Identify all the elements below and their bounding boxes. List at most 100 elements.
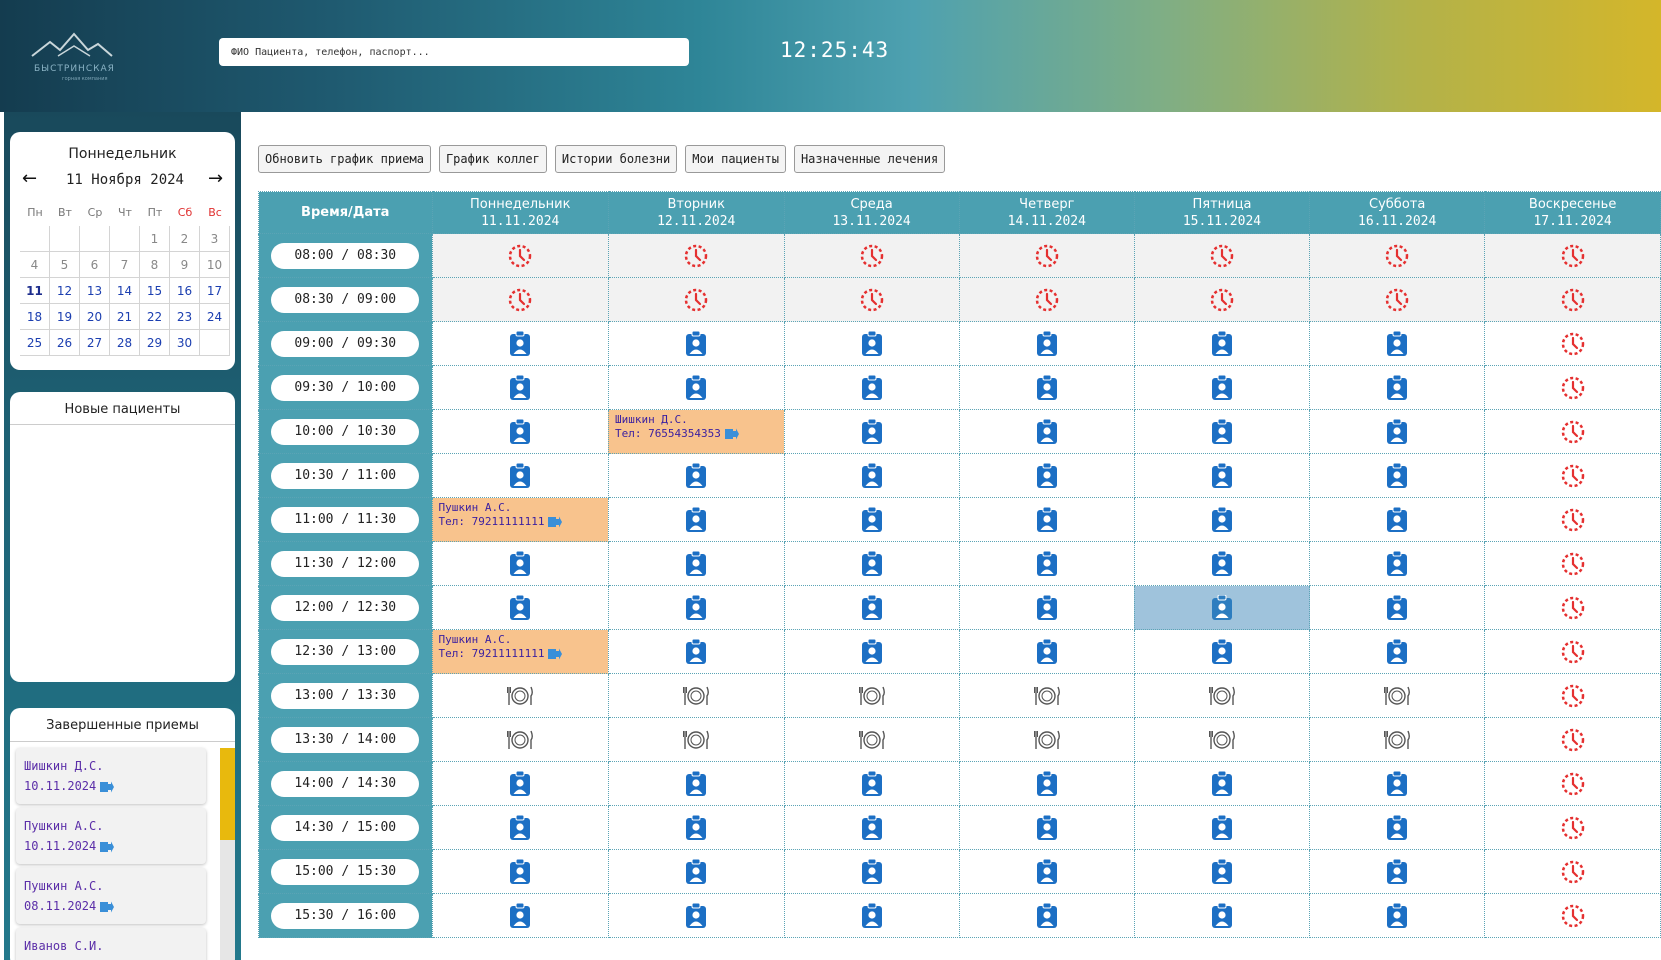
patient-badge-icon[interactable] <box>431 453 609 498</box>
patient-badge-icon[interactable] <box>1133 893 1311 938</box>
calendar-day[interactable]: 3 <box>200 226 230 252</box>
refresh-schedule-button[interactable]: Обновить график приема <box>258 145 431 173</box>
patient-badge-icon[interactable] <box>958 321 1135 366</box>
patient-badge-icon[interactable] <box>958 365 1135 410</box>
open-record-icon[interactable] <box>544 515 563 528</box>
calendar-day[interactable]: 17 <box>200 278 230 304</box>
patient-badge-icon[interactable] <box>783 321 960 366</box>
calendar-day[interactable]: 16 <box>170 278 200 304</box>
calendar-day[interactable]: 2 <box>170 226 200 252</box>
patient-badge-icon[interactable] <box>607 585 785 630</box>
patient-badge-icon[interactable] <box>1309 321 1486 366</box>
patient-badge-icon[interactable] <box>1309 585 1486 630</box>
patient-badge-icon[interactable] <box>431 409 609 454</box>
patient-badge-icon[interactable] <box>607 761 785 806</box>
patient-badge-icon[interactable] <box>783 849 960 894</box>
calendar-day[interactable]: 14 <box>110 278 140 304</box>
patient-badge-icon[interactable] <box>783 629 960 674</box>
open-record-icon[interactable] <box>96 839 115 853</box>
calendar-day[interactable]: 7 <box>110 252 140 278</box>
calendar-day[interactable]: 11 <box>20 278 50 304</box>
calendar-day[interactable]: 26 <box>50 330 80 356</box>
calendar-day[interactable]: 1 <box>140 226 170 252</box>
patient-badge-icon[interactable] <box>958 893 1135 938</box>
prev-month-arrow-icon[interactable]: ← <box>22 168 37 189</box>
patient-badge-icon[interactable] <box>1133 453 1311 498</box>
patient-badge-icon[interactable] <box>1133 585 1311 630</box>
calendar-day[interactable]: 12 <box>50 278 80 304</box>
booked-appointment[interactable]: Пушкин А.С. Тел: 79211111111 <box>431 629 609 674</box>
patient-badge-icon[interactable] <box>1309 629 1486 674</box>
patient-badge-icon[interactable] <box>1133 409 1311 454</box>
completed-appointment-item[interactable]: Пушкин А.С. 08.11.2024 <box>16 868 206 924</box>
calendar-day[interactable]: 30 <box>170 330 200 356</box>
patient-badge-icon[interactable] <box>607 849 785 894</box>
calendar-day[interactable]: 9 <box>170 252 200 278</box>
patient-badge-icon[interactable] <box>431 849 609 894</box>
patient-badge-icon[interactable] <box>1309 761 1486 806</box>
patient-badge-icon[interactable] <box>607 893 785 938</box>
patient-search-input[interactable] <box>219 38 689 66</box>
calendar-day[interactable]: 8 <box>140 252 170 278</box>
patient-badge-icon[interactable] <box>1133 849 1311 894</box>
patient-badge-icon[interactable] <box>607 365 785 410</box>
completed-scrollbar-thumb[interactable] <box>220 748 235 840</box>
patient-badge-icon[interactable] <box>958 453 1135 498</box>
patient-badge-icon[interactable] <box>1133 497 1311 542</box>
patient-badge-icon[interactable] <box>1309 849 1486 894</box>
completed-appointment-item[interactable]: Шишкин Д.С. 10.11.2024 <box>16 748 206 804</box>
patient-badge-icon[interactable] <box>607 453 785 498</box>
patient-badge-icon[interactable] <box>1309 497 1486 542</box>
patient-badge-icon[interactable] <box>1309 893 1486 938</box>
patient-badge-icon[interactable] <box>958 585 1135 630</box>
patient-badge-icon[interactable] <box>958 629 1135 674</box>
calendar-day[interactable]: 13 <box>80 278 110 304</box>
patient-badge-icon[interactable] <box>1133 365 1311 410</box>
patient-badge-icon[interactable] <box>431 365 609 410</box>
patient-badge-icon[interactable] <box>783 585 960 630</box>
patient-badge-icon[interactable] <box>958 541 1135 586</box>
my-patients-button[interactable]: Мои пациенты <box>685 145 786 173</box>
next-month-arrow-icon[interactable]: → <box>208 168 223 189</box>
patient-badge-icon[interactable] <box>783 893 960 938</box>
calendar-day[interactable]: 5 <box>50 252 80 278</box>
medical-histories-button[interactable]: Истории болезни <box>554 145 678 173</box>
open-record-icon[interactable] <box>96 779 115 793</box>
patient-badge-icon[interactable] <box>1133 541 1311 586</box>
patient-badge-icon[interactable] <box>783 365 960 410</box>
calendar-day[interactable]: 28 <box>110 330 140 356</box>
patient-badge-icon[interactable] <box>1309 805 1486 850</box>
completed-appointment-item[interactable]: Иванов С.И. <box>16 928 206 960</box>
patient-badge-icon[interactable] <box>607 805 785 850</box>
patient-badge-icon[interactable] <box>1133 805 1311 850</box>
calendar-day[interactable]: 6 <box>80 252 110 278</box>
patient-badge-icon[interactable] <box>958 849 1135 894</box>
calendar-day[interactable]: 15 <box>140 278 170 304</box>
patient-badge-icon[interactable] <box>431 585 609 630</box>
patient-badge-icon[interactable] <box>607 541 785 586</box>
patient-badge-icon[interactable] <box>958 497 1135 542</box>
patient-badge-icon[interactable] <box>958 409 1135 454</box>
open-record-icon[interactable] <box>721 427 739 440</box>
patient-badge-icon[interactable] <box>1309 453 1486 498</box>
patient-badge-icon[interactable] <box>431 321 609 366</box>
calendar-day[interactable]: 19 <box>50 304 80 330</box>
patient-badge-icon[interactable] <box>783 761 960 806</box>
calendar-day[interactable]: 18 <box>20 304 50 330</box>
patient-badge-icon[interactable] <box>1309 409 1486 454</box>
patient-badge-icon[interactable] <box>783 805 960 850</box>
patient-badge-icon[interactable] <box>1309 365 1486 410</box>
patient-badge-icon[interactable] <box>1133 321 1311 366</box>
assigned-treatments-button[interactable]: Назначенные лечения <box>793 145 946 173</box>
calendar-day[interactable]: 21 <box>110 304 140 330</box>
patient-badge-icon[interactable] <box>431 893 609 938</box>
booked-appointment[interactable]: Шишкин Д.С. Тел: 76554354353 <box>607 409 785 454</box>
calendar-day[interactable]: 23 <box>170 304 200 330</box>
booked-appointment[interactable]: Пушкин А.С. Тел: 79211111111 <box>431 497 609 542</box>
patient-badge-icon[interactable] <box>1133 761 1311 806</box>
open-record-icon[interactable] <box>544 647 563 660</box>
calendar-day[interactable]: 29 <box>140 330 170 356</box>
patient-badge-icon[interactable] <box>431 541 609 586</box>
calendar-day[interactable]: 22 <box>140 304 170 330</box>
patient-badge-icon[interactable] <box>607 497 785 542</box>
